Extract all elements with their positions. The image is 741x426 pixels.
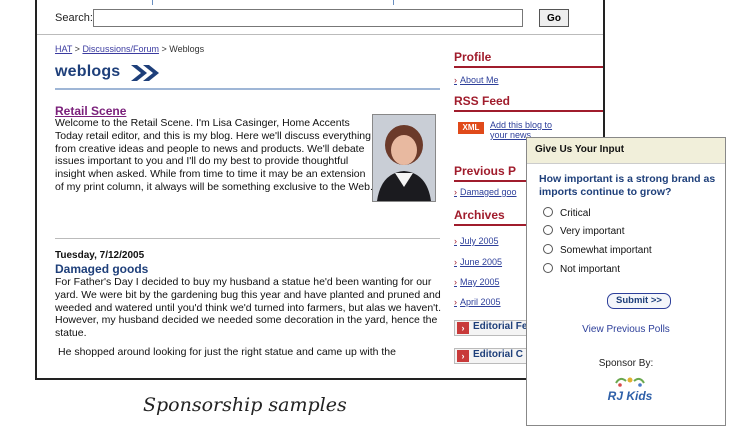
sidebar-rule bbox=[454, 110, 603, 112]
weblogs-underline bbox=[55, 88, 440, 90]
breadcrumb-forum-link[interactable]: Discussions/Forum bbox=[82, 44, 159, 54]
radio-button[interactable] bbox=[543, 244, 553, 254]
archive-link[interactable]: › May 2005 bbox=[454, 277, 500, 287]
post-title[interactable]: Damaged goods bbox=[55, 262, 148, 276]
search-label: Search: bbox=[55, 12, 93, 24]
weblogs-heading: weblogs bbox=[55, 63, 121, 80]
poll-option[interactable]: Somewhat important bbox=[543, 244, 652, 256]
poll-option-label: Critical bbox=[560, 208, 591, 219]
editorial-link-label: Editorial C bbox=[473, 349, 524, 360]
radio-button[interactable] bbox=[543, 263, 553, 273]
search-input[interactable] bbox=[93, 9, 523, 27]
figure-caption: Sponsorship samples bbox=[143, 394, 347, 416]
sidebar-heading-archives: Archives bbox=[454, 208, 505, 222]
sidebar-heading-previous: Previous P bbox=[454, 164, 517, 178]
arrow-icon: › bbox=[454, 75, 457, 85]
post-body: For Father's Day I decided to buy my hus… bbox=[55, 276, 441, 340]
arrow-icon: › bbox=[454, 236, 457, 246]
poll-header: Give Us Your Input bbox=[527, 138, 725, 164]
post-date: Tuesday, 7/12/2005 bbox=[55, 250, 145, 261]
poll-widget: Give Us Your Input How important is a st… bbox=[526, 137, 726, 426]
header-divider bbox=[37, 34, 603, 35]
arrow-icon: › bbox=[454, 187, 457, 197]
author-photo bbox=[372, 114, 436, 202]
archive-link-label: May 2005 bbox=[460, 277, 500, 287]
radio-button[interactable] bbox=[543, 225, 553, 235]
archive-link[interactable]: › April 2005 bbox=[454, 297, 501, 307]
sidebar-link-about-me[interactable]: › About Me bbox=[454, 75, 499, 85]
sidebar-link-label: About Me bbox=[460, 75, 499, 85]
poll-option-label: Very important bbox=[560, 226, 625, 237]
poll-option[interactable]: Not important bbox=[543, 263, 620, 275]
archive-link[interactable]: › June 2005 bbox=[454, 257, 502, 267]
go-button[interactable]: Go bbox=[539, 9, 569, 27]
sidebar-heading-rss: RSS Feed bbox=[454, 94, 511, 108]
article-body: Welcome to the Retail Scene. I'm Lisa Ca… bbox=[55, 117, 373, 193]
arrow-right-icon: › bbox=[457, 350, 469, 362]
author-portrait-icon bbox=[373, 115, 435, 201]
sidebar-heading-profile: Profile bbox=[454, 50, 492, 64]
arrow-right-icon: › bbox=[457, 322, 469, 334]
arrow-icon: › bbox=[454, 257, 457, 267]
sidebar-rule bbox=[454, 66, 603, 68]
search-bar: Search: Go bbox=[55, 8, 600, 30]
editorial-link-label: Editorial Fe bbox=[473, 321, 528, 332]
article-title-link[interactable]: Retail Scene bbox=[55, 104, 126, 118]
poll-option[interactable]: Very important bbox=[543, 225, 624, 237]
rj-kids-logo: RJ Kids bbox=[608, 377, 653, 403]
breadcrumb-home-link[interactable]: HAT bbox=[55, 44, 72, 54]
radio-button[interactable] bbox=[543, 207, 553, 217]
breadcrumb-sep: > bbox=[158, 44, 170, 54]
poll-question: How important is a strong brand as impor… bbox=[539, 173, 716, 198]
double-chevron-icon bbox=[131, 65, 159, 81]
top-tab-strip bbox=[152, 0, 394, 5]
arrow-icon: › bbox=[454, 297, 457, 307]
poll-option-label: Not important bbox=[560, 264, 621, 275]
archive-link[interactable]: › July 2005 bbox=[454, 236, 499, 246]
breadcrumb-current: Weblogs bbox=[169, 44, 205, 54]
archive-link-label: April 2005 bbox=[460, 297, 501, 307]
archive-link-label: July 2005 bbox=[460, 236, 499, 246]
sidebar-link-previous-post[interactable]: › Damaged goo bbox=[454, 187, 517, 197]
xml-badge[interactable]: XML bbox=[458, 122, 484, 134]
post-body-continued: He shopped around looking for just the r… bbox=[58, 346, 396, 358]
archive-link-label: June 2005 bbox=[460, 257, 503, 267]
view-previous-polls-link[interactable]: View Previous Polls bbox=[527, 324, 725, 335]
arrow-icon: › bbox=[454, 277, 457, 287]
breadcrumb: HAT > Discussions/Forum > Weblogs bbox=[55, 44, 204, 54]
sidebar-link-label: Damaged goo bbox=[460, 187, 517, 197]
poll-option-label: Somewhat important bbox=[560, 245, 652, 256]
section-divider bbox=[55, 238, 440, 239]
sponsor-label: Sponsor By: bbox=[598, 358, 654, 369]
svg-text:RJ Kids: RJ Kids bbox=[608, 389, 653, 403]
submit-button[interactable]: Submit >> bbox=[607, 293, 671, 309]
blog-screenshot: Search: Go HAT > Discussions/Forum > Web… bbox=[35, 0, 605, 380]
poll-option[interactable]: Critical bbox=[543, 207, 591, 219]
breadcrumb-sep: > bbox=[72, 44, 83, 54]
